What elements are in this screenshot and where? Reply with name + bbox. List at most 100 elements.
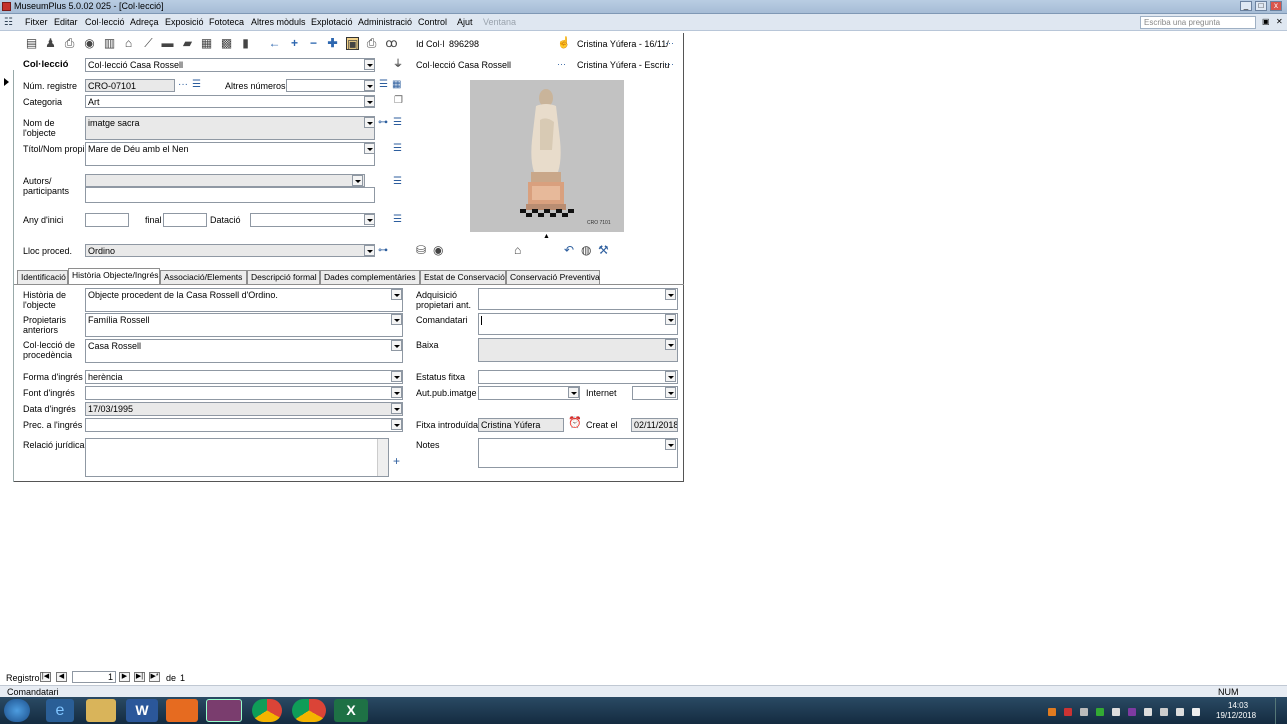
first-record-button[interactable]: |◀ <box>40 672 51 682</box>
list-icon-4[interactable]: ☰ <box>393 144 402 154</box>
estatus-field[interactable] <box>478 370 678 384</box>
home-icon[interactable]: ⌂ <box>122 37 135 50</box>
more-icon-3[interactable]: ··· <box>665 59 674 69</box>
data-dropdown-icon[interactable] <box>391 403 402 414</box>
lloc-proced-field[interactable]: Ordino <box>85 244 375 257</box>
tab-estat-conservacio[interactable]: Estat de Conservació <box>420 270 506 284</box>
categoria-select[interactable]: Art <box>85 95 375 108</box>
datacio-dropdown-icon[interactable] <box>364 214 375 225</box>
minimize-button[interactable]: _ <box>1240 1 1252 11</box>
colproc-dropdown-icon[interactable] <box>391 340 402 351</box>
forma-dropdown-icon[interactable] <box>391 371 402 382</box>
menu-fototeca[interactable]: Fototeca <box>209 17 244 27</box>
tray-icon-5[interactable] <box>1112 708 1120 716</box>
chart-icon[interactable]: ⟋ <box>142 37 155 50</box>
menu-adreca[interactable]: Adreça <box>130 17 159 27</box>
num-registre-field[interactable]: CRO-07101 <box>85 79 175 92</box>
tray-icon-7[interactable] <box>1144 708 1152 716</box>
menu-editar[interactable]: Editar <box>54 17 78 27</box>
relacio-scrollbar[interactable] <box>377 439 388 476</box>
datacio-select[interactable] <box>250 213 375 227</box>
add-relacio-icon[interactable]: + <box>393 455 400 467</box>
any-inici-field[interactable] <box>85 213 129 227</box>
trash-icon[interactable]: ▮ <box>239 37 252 50</box>
historia-field[interactable]: Objecte procedent de la Casa Rossell d'O… <box>85 288 403 312</box>
prev-record-button[interactable]: ◀ <box>56 672 67 682</box>
explorer-icon[interactable] <box>86 699 116 722</box>
word-icon[interactable]: W <box>126 699 158 722</box>
maximize-button[interactable]: □ <box>1255 1 1267 11</box>
printer-icon[interactable]: ⎙ <box>365 37 378 50</box>
next-record-button[interactable]: ▶ <box>119 672 130 682</box>
prec-field[interactable] <box>85 418 403 432</box>
menu-explotacio[interactable]: Explotació <box>311 17 353 27</box>
start-button[interactable] <box>4 699 30 722</box>
tray-icon-4[interactable] <box>1096 708 1104 716</box>
new-record-button[interactable]: ▶* <box>149 672 160 682</box>
autors-list[interactable] <box>85 187 375 203</box>
tab-conservacio-preventiva[interactable]: Conservació Preventiva <box>506 270 600 284</box>
network-icon[interactable] <box>1160 708 1168 716</box>
volume-icon[interactable] <box>1176 708 1184 716</box>
media-player-icon[interactable] <box>166 699 198 722</box>
menu-altres-moduls[interactable]: Altres mòduls <box>251 17 306 27</box>
notes-dropdown-icon[interactable] <box>665 439 676 450</box>
comandatari-field[interactable] <box>478 313 678 335</box>
internet-dropdown-icon[interactable] <box>665 387 676 398</box>
altres-numeros-field[interactable] <box>286 79 375 92</box>
show-desktop-button[interactable] <box>1275 698 1287 724</box>
current-record-field[interactable]: 1 <box>72 671 116 683</box>
photo-up-icon[interactable]: ▲ <box>543 232 550 242</box>
baixa-field[interactable] <box>478 338 678 362</box>
historia-dropdown-icon[interactable] <box>391 289 402 300</box>
more-icon-4[interactable]: ··· <box>178 80 188 90</box>
notes-field[interactable] <box>478 438 678 468</box>
undo-icon[interactable]: ↶ <box>564 244 574 256</box>
list-icon-6[interactable]: ☰ <box>393 215 402 225</box>
collection-dropdown-icon[interactable] <box>364 59 375 70</box>
flag-icon[interactable] <box>1192 708 1200 716</box>
book-icon[interactable]: ▥ <box>103 37 116 50</box>
truck-icon[interactable]: ▬ <box>161 37 174 50</box>
onenote-tray-icon[interactable] <box>1128 708 1136 716</box>
relacio-field[interactable] <box>85 438 389 477</box>
font-ingres-field[interactable] <box>85 386 403 400</box>
adquisicio-dropdown-icon[interactable] <box>665 289 676 300</box>
menu-administracio[interactable]: Administració <box>358 17 412 27</box>
nom-objecte-field[interactable]: imatge sacra <box>85 116 375 140</box>
museum-icon[interactable]: ⌂ <box>514 244 521 256</box>
form-icon[interactable]: ▤ <box>25 37 38 50</box>
doc-menu-icon[interactable]: ☷ <box>4 17 13 28</box>
copy-icon[interactable]: ❐ <box>394 96 403 106</box>
titol-dropdown-icon[interactable] <box>364 143 375 154</box>
add-record-icon[interactable]: ✚ <box>326 37 339 50</box>
record-selector[interactable] <box>0 70 14 482</box>
list-icon-2[interactable]: ☰ <box>379 80 388 90</box>
hierarchy-icon-2[interactable]: ⊶ <box>378 246 388 256</box>
view-icon[interactable]: ◉ <box>83 37 96 50</box>
tools-icon[interactable]: ⚒ <box>598 244 609 256</box>
tab-descripcio-formal[interactable]: Descripció formal <box>247 270 320 284</box>
ask-question-input[interactable]: Escriba una pregunta <box>1140 16 1256 29</box>
list-icon-3[interactable]: ☰ <box>393 118 402 128</box>
mdi-restore-icon[interactable]: ▣ <box>1262 17 1270 26</box>
museumplus-task-icon[interactable] <box>206 699 242 722</box>
font-dropdown-icon[interactable] <box>391 387 402 398</box>
building-icon[interactable]: ▦ <box>200 37 213 50</box>
object-photo[interactable]: CRO 7101 <box>470 80 624 232</box>
data-ingres-field[interactable]: 17/03/1995 <box>85 402 403 416</box>
last-record-button[interactable]: ▶| <box>134 672 145 682</box>
autors-field[interactable] <box>85 174 365 187</box>
tab-dades-complementaries[interactable]: Dades complementàries <box>320 270 420 284</box>
propietaris-dropdown-icon[interactable] <box>391 314 402 325</box>
tray-icon-2[interactable] <box>1064 708 1072 716</box>
globe-icon[interactable]: ◍ <box>581 244 591 256</box>
back-arrow-icon[interactable]: ← <box>268 37 281 50</box>
altres-dropdown-icon[interactable] <box>364 80 375 91</box>
ie-icon[interactable]: e <box>46 699 74 722</box>
menu-ajut[interactable]: Ajut <box>457 17 473 27</box>
propietaris-field[interactable]: Família Rossell <box>85 313 403 337</box>
clock-icon[interactable]: ⏰ <box>568 418 582 429</box>
lloc-dropdown-icon[interactable] <box>364 245 375 256</box>
stack-icon[interactable]: ⛁ <box>416 244 426 256</box>
